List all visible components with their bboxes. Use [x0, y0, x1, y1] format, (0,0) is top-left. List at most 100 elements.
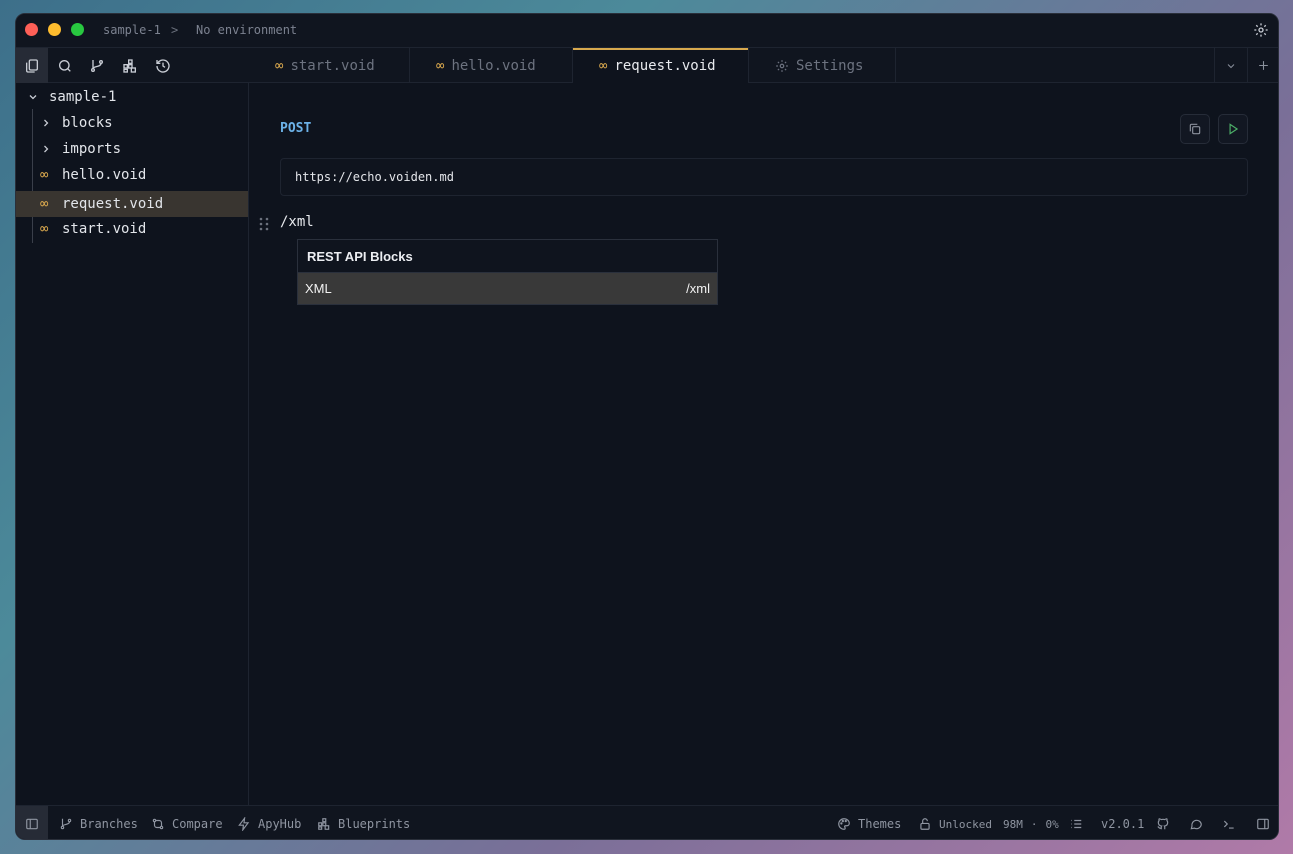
tab-request-void[interactable]: ∞ request.void: [573, 48, 749, 83]
tab-settings[interactable]: Settings: [749, 48, 896, 83]
tab-label: Settings: [796, 57, 864, 74]
infinity-icon: ∞: [599, 57, 608, 74]
list-icon: [1071, 819, 1082, 829]
branches-button[interactable]: Branches: [59, 806, 138, 839]
search-icon: [58, 59, 71, 72]
tree-file-request[interactable]: ∞ request.void: [16, 191, 248, 217]
menu-item-xml[interactable]: XML /xml: [298, 273, 717, 304]
slash-command-menu: REST API Blocks XML /xml: [297, 239, 718, 305]
minimize-window-button[interactable]: [48, 23, 61, 36]
version-label[interactable]: v2.0.1: [1101, 806, 1145, 839]
url-input[interactable]: https://echo.voiden.md: [280, 158, 1248, 196]
project-breadcrumb[interactable]: sample-1: [103, 23, 161, 37]
version-text: v2.0.1: [1101, 817, 1145, 831]
drag-handle-icon[interactable]: [259, 217, 269, 231]
tree-file-hello[interactable]: ∞ hello.void: [16, 162, 248, 188]
github-icon: [1157, 818, 1169, 830]
url-text: https://echo.voiden.md: [295, 170, 454, 184]
tree-folder-imports[interactable]: imports: [16, 136, 248, 162]
tree-label: hello.void: [62, 167, 147, 183]
tree-folder-blocks[interactable]: blocks: [16, 110, 248, 136]
search-button[interactable]: [49, 48, 81, 83]
tree-file-start[interactable]: ∞ start.void: [16, 216, 248, 242]
infinity-icon: ∞: [40, 196, 49, 212]
github-button[interactable]: [1156, 806, 1170, 839]
infinity-icon: ∞: [40, 167, 49, 183]
tab-label: hello.void: [451, 57, 536, 74]
tab-list-button[interactable]: [1214, 48, 1246, 83]
title-bar: sample-1 > No environment: [16, 14, 1278, 48]
logs-button[interactable]: [1069, 806, 1083, 839]
feedback-button[interactable]: [1189, 806, 1203, 839]
git-branch-icon: [91, 59, 103, 72]
tree-label: request.void: [62, 196, 164, 212]
apyhub-label: ApyHub: [258, 817, 302, 831]
copy-icon: [1189, 123, 1201, 135]
tree-root-folder[interactable]: sample-1: [16, 84, 248, 110]
blueprints-label: Blueprints: [338, 817, 411, 831]
tree-label: imports: [62, 141, 122, 157]
editor-area[interactable]: POST https://echo.voiden.md /xml REST AP…: [249, 83, 1278, 805]
file-explorer: sample-1 blocks imports ∞ hello.void ∞ r…: [16, 83, 249, 805]
git-branch-icon: [60, 818, 72, 830]
tab-label: request.void: [614, 57, 716, 74]
copy-button[interactable]: [1180, 114, 1210, 144]
compare-icon: [152, 818, 164, 830]
status-bar: Branches Compare ApyHub Blueprints Theme…: [16, 805, 1278, 839]
menu-heading: REST API Blocks: [298, 240, 717, 273]
themes-button[interactable]: Themes: [837, 806, 902, 839]
http-method[interactable]: POST: [280, 121, 311, 136]
unlock-icon: [920, 818, 930, 830]
apyhub-button[interactable]: ApyHub: [237, 806, 302, 839]
blocks-icon: [318, 818, 330, 830]
maximize-window-button[interactable]: [71, 23, 84, 36]
infinity-icon: ∞: [40, 221, 49, 237]
chevron-right-icon: [44, 145, 49, 153]
branches-label: Branches: [80, 817, 138, 831]
infinity-icon: ∞: [275, 57, 284, 74]
blocks-icon: [123, 58, 136, 73]
history-button[interactable]: [147, 48, 179, 83]
tree-label: blocks: [62, 115, 113, 131]
breadcrumb-separator: >: [171, 23, 179, 37]
lock-status[interactable]: Unlocked: [918, 806, 992, 839]
chevron-right-icon: [44, 119, 49, 127]
git-button[interactable]: [81, 48, 113, 83]
tab-hello-void[interactable]: ∞ hello.void: [410, 48, 573, 83]
editor-tabs: ∞ start.void ∞ hello.void ∞ request.void…: [249, 48, 896, 83]
themes-label: Themes: [858, 817, 902, 831]
close-window-button[interactable]: [25, 23, 38, 36]
separator-dot: ·: [1030, 817, 1038, 831]
app-window: sample-1 > No environment ∞ start.void ∞: [15, 13, 1279, 840]
unlocked-label: Unlocked: [939, 817, 992, 831]
plus-icon: [1259, 61, 1268, 70]
menu-item-label: XML: [305, 281, 332, 296]
extensions-button[interactable]: [114, 48, 146, 83]
toggle-sidebar-button[interactable]: [16, 806, 48, 839]
blueprints-button[interactable]: Blueprints: [317, 806, 411, 839]
palette-icon: [838, 818, 850, 830]
terminal-button[interactable]: [1222, 806, 1236, 839]
gear-icon[interactable]: [1253, 22, 1269, 38]
slash-command-text[interactable]: /xml: [280, 214, 314, 230]
lightning-icon: [238, 817, 250, 831]
memory-usage: 98M: [1003, 817, 1023, 831]
play-icon: [1229, 123, 1239, 135]
sidebar-right-icon: [1257, 818, 1269, 830]
toggle-panel-button[interactable]: [1256, 806, 1270, 839]
tree-label: sample-1: [49, 89, 117, 105]
cpu-usage: 0%: [1045, 817, 1059, 831]
chat-icon: [1190, 819, 1202, 830]
tab-start-void[interactable]: ∞ start.void: [249, 48, 410, 83]
sidebar-left-icon: [26, 818, 38, 830]
top-toolbar: ∞ start.void ∞ hello.void ∞ request.void…: [16, 48, 1278, 83]
menu-item-shortcut: /xml: [686, 281, 710, 296]
new-tab-button[interactable]: [1247, 48, 1278, 83]
compare-button[interactable]: Compare: [151, 806, 223, 839]
run-request-button[interactable]: [1218, 114, 1248, 144]
resource-usage: 98M · 0%: [1003, 806, 1059, 839]
chevron-down-icon: [29, 95, 37, 100]
infinity-icon: ∞: [436, 57, 445, 74]
explorer-button[interactable]: [16, 48, 48, 83]
environment-selector[interactable]: No environment: [196, 23, 297, 37]
